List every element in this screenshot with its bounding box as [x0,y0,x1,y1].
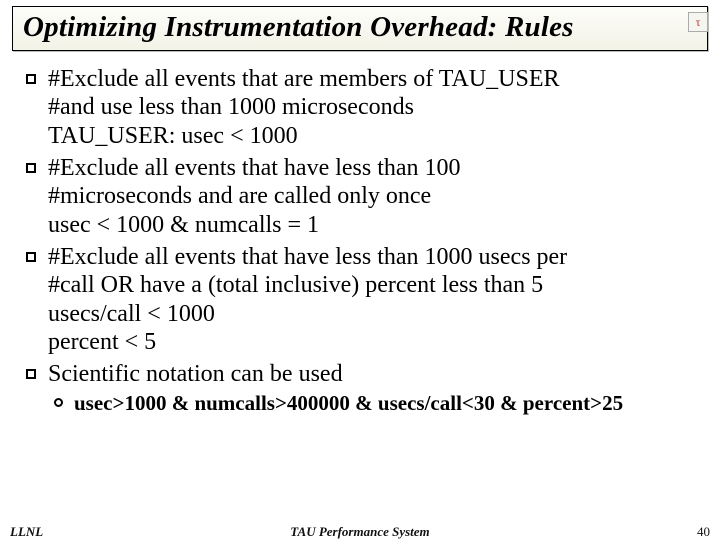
bullet-item: #Exclude all events that have less than … [22,154,698,239]
bullet-line: #microseconds and are called only once [48,182,698,210]
bullet-line: #and use less than 1000 microseconds [48,93,698,121]
slide: τ Optimizing Instrumentation Overhead: R… [0,6,720,540]
sub-bullet-list: usec>1000 & numcalls>400000 & usecs/call… [48,390,698,416]
tau-logo: τ [688,12,708,32]
sub-bullet-line: usec>1000 & numcalls>400000 & usecs/call… [74,391,623,415]
bullet-list: #Exclude all events that are members of … [22,65,698,417]
bullet-line: TAU_USER: usec < 1000 [48,122,698,150]
bullet-line: usec < 1000 & numcalls = 1 [48,211,698,239]
footer-center: TAU Performance System [0,524,720,540]
sub-bullet-item: usec>1000 & numcalls>400000 & usecs/call… [48,390,698,416]
bullet-item: #Exclude all events that are members of … [22,65,698,150]
bullet-item: Scientific notation can be used usec>100… [22,360,698,417]
bullet-item: #Exclude all events that have less than … [22,243,698,356]
slide-body: #Exclude all events that are members of … [0,51,720,417]
slide-title: Optimizing Instrumentation Overhead: Rul… [23,11,574,43]
title-bar: Optimizing Instrumentation Overhead: Rul… [12,6,708,51]
bullet-line: Scientific notation can be used [48,360,698,388]
footer-right: 40 [697,524,710,540]
bullet-line: #Exclude all events that are members of … [48,65,698,93]
bullet-line: #call OR have a (total inclusive) percen… [48,271,698,299]
bullet-line: #Exclude all events that have less than … [48,154,698,182]
bullet-line: usecs/call < 1000 [48,300,698,328]
bullet-line: percent < 5 [48,328,698,356]
bullet-line: #Exclude all events that have less than … [48,243,698,271]
